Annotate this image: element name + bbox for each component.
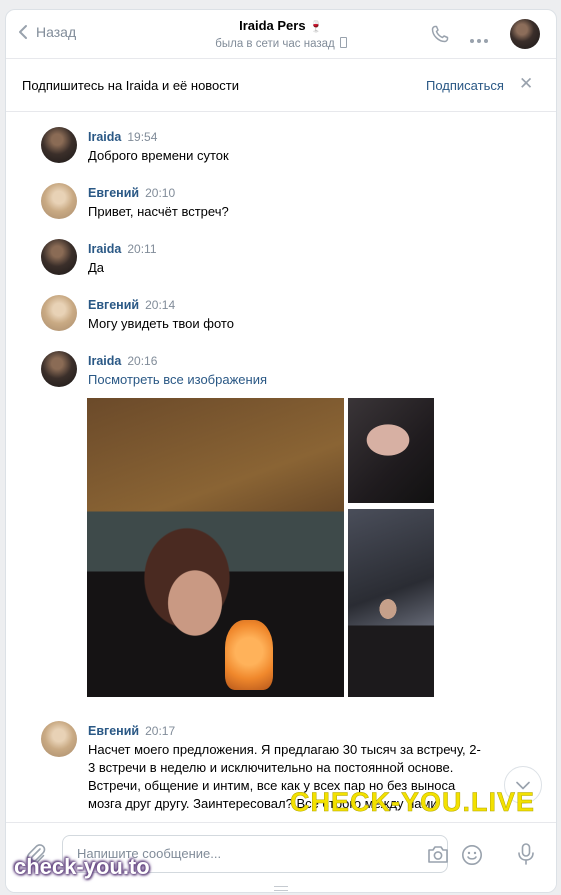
message-time: 20:17 <box>145 724 176 738</box>
sender-name[interactable]: Евгений <box>88 186 139 200</box>
avatar[interactable] <box>41 721 77 757</box>
phone-icon <box>431 25 449 43</box>
message-time: 20:10 <box>145 186 176 200</box>
sender-name[interactable]: Евгений <box>88 298 139 312</box>
sender-name[interactable]: Iraida <box>88 130 121 144</box>
subscribe-text: Подпишитесь на Iraida и её новости <box>22 78 240 93</box>
sender-name[interactable]: Евгений <box>88 724 139 738</box>
sender-name[interactable]: Iraida <box>88 354 121 368</box>
more-icon[interactable] <box>470 30 491 48</box>
subscribe-banner: Подпишитесь на Iraida и её новости Подпи… <box>6 59 556 112</box>
back-button[interactable]: Назад <box>18 24 76 40</box>
photo-attachment[interactable] <box>348 509 434 697</box>
photo-attachment[interactable] <box>87 398 344 697</box>
chat-header: Назад Iraida Pers 🍷 была в сети час наза… <box>6 10 556 59</box>
microphone-icon <box>518 843 534 865</box>
photo-attachment[interactable] <box>348 398 434 503</box>
drink-glass <box>225 620 273 690</box>
avatar[interactable] <box>41 183 77 219</box>
avatar[interactable] <box>41 239 77 275</box>
message-time: 19:54 <box>127 130 158 144</box>
online-status: была в сети час назад <box>215 38 335 50</box>
chat-title: Iraida Pers <box>239 18 306 33</box>
camera-button[interactable] <box>427 845 449 869</box>
subscribe-button[interactable]: Подписаться <box>426 78 504 93</box>
avatar[interactable] <box>41 351 77 387</box>
chat-window: Назад Iraida Pers 🍷 была в сети час наза… <box>5 9 557 893</box>
voice-message-button[interactable] <box>517 843 535 870</box>
sender-name[interactable]: Iraida <box>88 242 121 256</box>
avatar[interactable] <box>41 295 77 331</box>
message-time: 20:16 <box>127 354 158 368</box>
message-text: Привет, насчёт встреч? <box>88 204 229 219</box>
chat-title-block[interactable]: Iraida Pers 🍷 была в сети час назад <box>156 18 406 50</box>
message-text: Могу увидеть твои фото <box>88 316 234 331</box>
call-button[interactable] <box>430 24 450 49</box>
avatar[interactable] <box>510 19 540 49</box>
message-text: Да <box>88 260 105 275</box>
chevron-left-icon <box>19 25 27 39</box>
resize-handle[interactable] <box>274 886 288 891</box>
wine-glass-icon: 🍷 <box>309 21 323 33</box>
close-icon[interactable]: ✕ <box>519 75 533 92</box>
watermark-corner: check-you.to <box>14 854 150 879</box>
camera-icon <box>428 846 448 863</box>
message-text: Доброго времени суток <box>88 148 229 163</box>
avatar[interactable] <box>41 127 77 163</box>
message-time: 20:11 <box>127 242 157 256</box>
watermark-center: CHECK-YOU.LIVE <box>290 787 536 818</box>
view-all-images-link[interactable]: Посмотреть все изображения <box>88 371 483 389</box>
emoji-button[interactable] <box>461 844 483 871</box>
message-time: 20:14 <box>145 298 176 312</box>
smile-icon <box>462 845 482 865</box>
mobile-icon <box>339 37 347 48</box>
back-label: Назад <box>36 24 77 40</box>
